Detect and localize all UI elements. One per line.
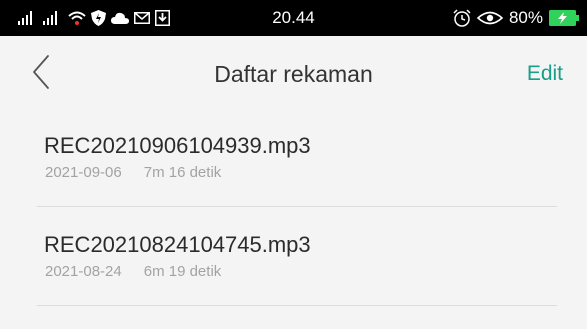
list-item[interactable]: REC20210824104745.mp3 2021-08-24 6m 19 de… [0, 207, 587, 306]
recording-name: REC20210824104745.mp3 [44, 232, 311, 257]
recording-meta: 2021-08-24 6m 19 detik [45, 263, 221, 281]
recording-name: REC20210906104939.mp3 [44, 133, 311, 158]
recording-duration: 6m 19 detik [143, 263, 222, 280]
status-right-icons: 80% [453, 9, 579, 27]
page-title: Daftar rekaman [214, 61, 373, 87]
recording-list: REC20210906104939.mp3 2021-09-06 7m 16 de… [0, 108, 587, 306]
battery-percent: 80% [508, 8, 543, 27]
recording-date: 2021-08-24 [45, 263, 122, 280]
recording-date: 2021-09-06 [45, 164, 122, 181]
recording-meta: 2021-09-06 7m 16 detik [45, 164, 221, 182]
battery-charging-icon [549, 10, 579, 26]
status-bar: 20.44 80% [0, 0, 587, 36]
alarm-icon [453, 9, 471, 27]
edit-button[interactable]: Edit [527, 60, 563, 88]
list-item[interactable]: REC20210906104939.mp3 2021-09-06 7m 16 de… [0, 108, 587, 207]
recording-duration: 7m 16 detik [143, 164, 222, 181]
eye-icon [476, 11, 503, 25]
divider [37, 305, 557, 306]
app-header: Daftar rekaman Edit [0, 36, 587, 108]
